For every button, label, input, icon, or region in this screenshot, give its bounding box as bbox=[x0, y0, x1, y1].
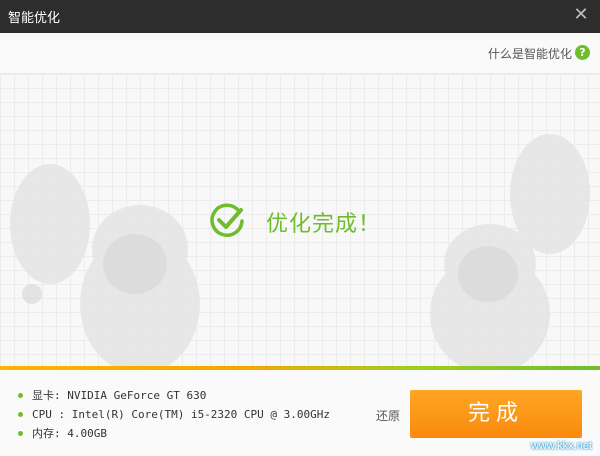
site-watermark: www.kkx.net bbox=[472, 412, 592, 452]
result-text: 优化完成！ bbox=[266, 212, 382, 237]
close-button[interactable]: ✕ bbox=[570, 4, 592, 26]
top-bar: 什么是智能优化 ? bbox=[0, 33, 600, 74]
help-icon[interactable]: ? bbox=[575, 45, 590, 60]
watermark-text: www.kkx.net bbox=[530, 440, 592, 452]
system-info-text: 内存: 4.00GB bbox=[32, 427, 107, 440]
system-info-gpu: 显卡: NVIDIA GeForce GT 630 bbox=[18, 386, 330, 405]
close-icon: ✕ bbox=[573, 4, 589, 25]
title-bar: 智能优化 ✕ bbox=[0, 0, 600, 33]
window-title: 智能优化 bbox=[8, 11, 61, 26]
system-info-cpu: CPU : Intel(R) Core(TM) i5-2320 CPU @ 3.… bbox=[18, 405, 330, 424]
system-info-list: 显卡: NVIDIA GeForce GT 630 CPU : Intel(R)… bbox=[18, 386, 330, 443]
help-link[interactable]: 什么是智能优化 bbox=[488, 45, 572, 62]
system-info-memory: 内存: 4.00GB bbox=[18, 424, 330, 443]
bullet-icon bbox=[18, 412, 23, 417]
result-panel: 优化完成！ bbox=[0, 74, 600, 366]
bullet-icon bbox=[18, 393, 23, 398]
system-info-text: CPU : Intel(R) Core(TM) i5-2320 CPU @ 3.… bbox=[32, 408, 331, 421]
system-info-text: 显卡: NVIDIA GeForce GT 630 bbox=[32, 389, 207, 402]
restore-link[interactable]: 还原 bbox=[376, 407, 400, 424]
bullet-icon bbox=[18, 431, 23, 436]
check-circle-icon bbox=[210, 203, 244, 237]
footer: 显卡: NVIDIA GeForce GT 630 CPU : Intel(R)… bbox=[0, 370, 600, 456]
